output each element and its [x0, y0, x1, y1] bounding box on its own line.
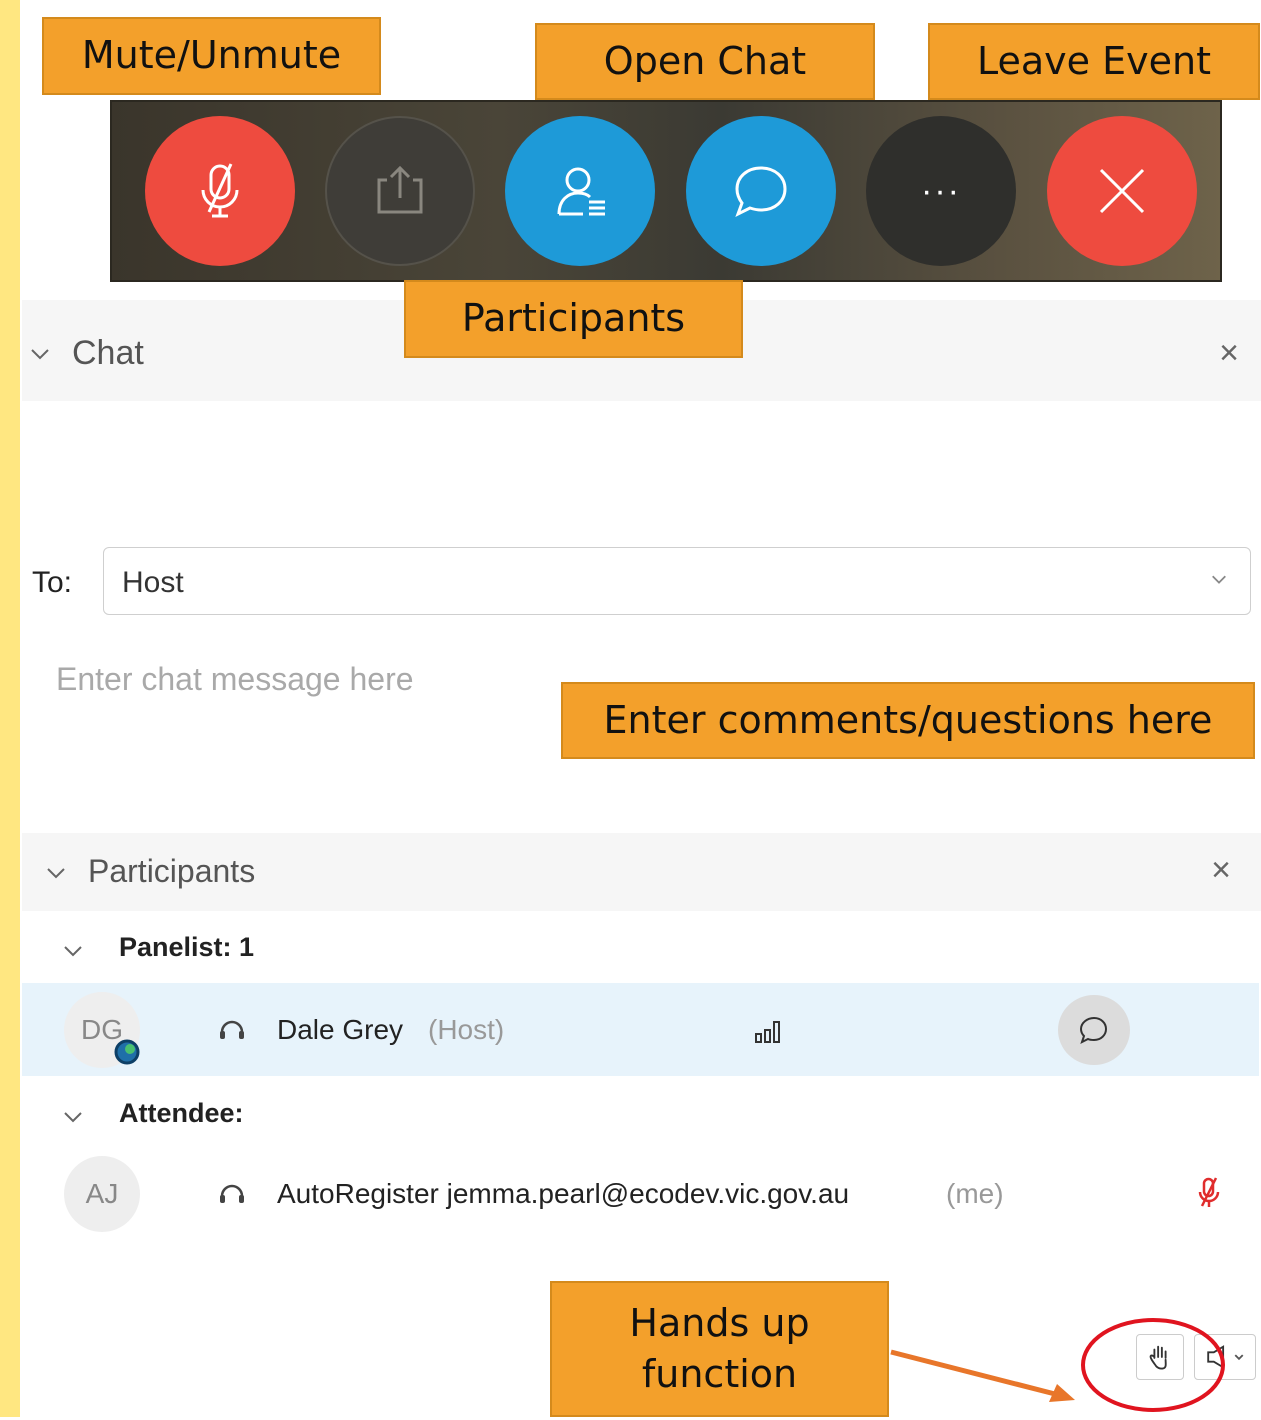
- panelist-group-label: Panelist: 1: [119, 932, 255, 962]
- recipient-select[interactable]: Host: [103, 547, 1251, 615]
- chat-close-icon[interactable]: ×: [1219, 334, 1239, 373]
- attendee-group-label: Attendee:: [119, 1098, 244, 1128]
- participants-panel-title: Participants: [88, 853, 256, 889]
- share-button[interactable]: [325, 116, 475, 266]
- chevron-down-icon: [31, 349, 49, 360]
- presenter-status-icon: [114, 1039, 140, 1065]
- callout-participants: Participants: [404, 280, 743, 358]
- annotation-circle: [1081, 1318, 1225, 1412]
- annotation-arrow: [890, 1349, 1075, 1402]
- callout-hands-up: Hands up function: [550, 1281, 889, 1417]
- leave-icon: [1099, 168, 1145, 214]
- chevron-down-icon[interactable]: [63, 941, 83, 961]
- mic-muted-icon[interactable]: [1196, 1176, 1222, 1210]
- private-chat-button[interactable]: [1058, 995, 1130, 1065]
- more-icon: ···: [921, 171, 961, 210]
- chevron-down-icon[interactable]: [63, 1107, 83, 1127]
- chat-message-input[interactable]: Enter chat message here: [56, 661, 414, 698]
- callout-hands-up-line1: Hands up: [629, 1300, 810, 1345]
- recipient-value: Host: [122, 566, 184, 599]
- headset-icon: [220, 1020, 244, 1039]
- chevron-down-icon: [1212, 575, 1226, 584]
- chat-icon: [1079, 1016, 1108, 1044]
- left-accent-bar: [0, 0, 20, 1417]
- participants-close-icon[interactable]: ×: [1211, 851, 1231, 890]
- headset-icon: [220, 1184, 244, 1203]
- avatar-initials: AJ: [85, 1178, 119, 1209]
- avatar: AJ: [64, 1156, 140, 1232]
- callout-leave-event: Leave Event: [928, 23, 1260, 100]
- participants-icon: [557, 167, 605, 216]
- callout-enter-comments: Enter comments/questions here: [561, 682, 1255, 759]
- participants-button[interactable]: [505, 116, 655, 266]
- participant-name: AutoRegister jemma.pearl@ecodev.vic.gov.…: [277, 1178, 850, 1209]
- callout-hands-up-line2: function: [641, 1352, 798, 1396]
- signal-strength-icon: [755, 1021, 780, 1043]
- mic-muted-icon: [201, 163, 239, 218]
- mute-button[interactable]: [145, 116, 295, 266]
- callout-mute-unmute: Mute/Unmute: [42, 17, 381, 95]
- chevron-down-icon: [47, 868, 65, 879]
- callout-open-chat: Open Chat: [535, 23, 875, 100]
- participants-panel-header[interactable]: Participants ×: [22, 833, 1261, 911]
- share-icon: [377, 165, 423, 214]
- more-options-button[interactable]: ···: [866, 116, 1016, 266]
- to-label: To:: [32, 566, 73, 599]
- chat-button[interactable]: [686, 116, 836, 266]
- participant-role: (me): [946, 1178, 1004, 1209]
- participant-role: (Host): [428, 1014, 505, 1045]
- chat-panel-title: Chat: [72, 334, 144, 372]
- chat-icon: [735, 166, 787, 218]
- participant-name: Dale Grey: [277, 1014, 404, 1045]
- leave-event-button[interactable]: [1047, 116, 1197, 266]
